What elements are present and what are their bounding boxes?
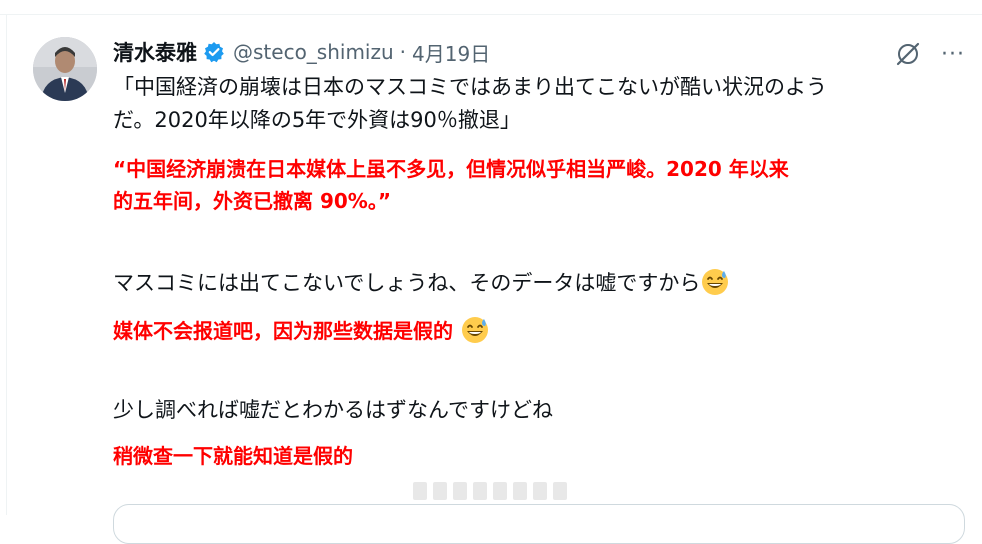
avatar[interactable] xyxy=(33,37,97,101)
timeline-border xyxy=(6,14,7,515)
translation-text-line: 媒体不会报道吧，因为那些数据是假的 xyxy=(113,315,490,347)
tweet-text-jp-line: だ。2020年以降の5年で外資は90％撤退」 xyxy=(113,108,521,132)
grinning-sweat-emoji-icon xyxy=(700,267,730,297)
media-card[interactable] xyxy=(113,504,965,544)
more-icon[interactable]: ··· xyxy=(938,39,968,69)
grinning-sweat-emoji-icon xyxy=(460,315,490,345)
divider xyxy=(0,14,982,15)
verified-badge-icon xyxy=(203,41,225,63)
avatar-image xyxy=(33,37,97,101)
tweet-frame: 清水泰雅 @steco_shimizu · 4月19日 ··· 「中国経済の崩壊… xyxy=(0,0,982,544)
tweet-text-jp: マスコミには出てこないでしょうね、そのデータは嘘ですから xyxy=(113,271,701,295)
tweet-text-jp-line: マスコミには出てこないでしょうね、そのデータは嘘ですから xyxy=(113,267,730,299)
watermark-glyph xyxy=(513,482,527,500)
separator-dot: · xyxy=(399,40,407,64)
tweet-text-jp-line: 「中国経済の崩壊は日本のマスコミではあまり出てこないが酷い状況のよう xyxy=(113,75,827,99)
watermark xyxy=(413,478,573,504)
author-handle[interactable]: @steco_shimizu xyxy=(233,40,394,64)
watermark-glyph xyxy=(413,482,427,500)
watermark-glyph xyxy=(453,482,467,500)
watermark-glyph xyxy=(553,482,567,500)
tweet-header: 清水泰雅 @steco_shimizu · 4月19日 xyxy=(113,36,490,68)
tweet-date[interactable]: 4月19日 xyxy=(412,38,490,67)
translation-text-line: 稍微查一下就能知道是假的 xyxy=(113,444,353,468)
grok-icon[interactable] xyxy=(893,39,923,69)
translation-text: 媒体不会报道吧，因为那些数据是假的 xyxy=(113,319,460,343)
tweet-text-jp-line: 少し調べれば嘘だとわかるはずなんですけどね xyxy=(113,398,553,422)
translation-text-line: “中国经济崩溃在日本媒体上虽不多见，但情况似乎相当严峻。2020 年以来 xyxy=(113,157,789,181)
watermark-glyph xyxy=(533,482,547,500)
translation-text-line: 的五年间，外资已撤离 90%。” xyxy=(113,189,391,213)
watermark-glyph xyxy=(473,482,487,500)
watermark-glyph xyxy=(493,482,507,500)
watermark-glyph xyxy=(433,482,447,500)
author-name[interactable]: 清水泰雅 xyxy=(113,37,197,67)
